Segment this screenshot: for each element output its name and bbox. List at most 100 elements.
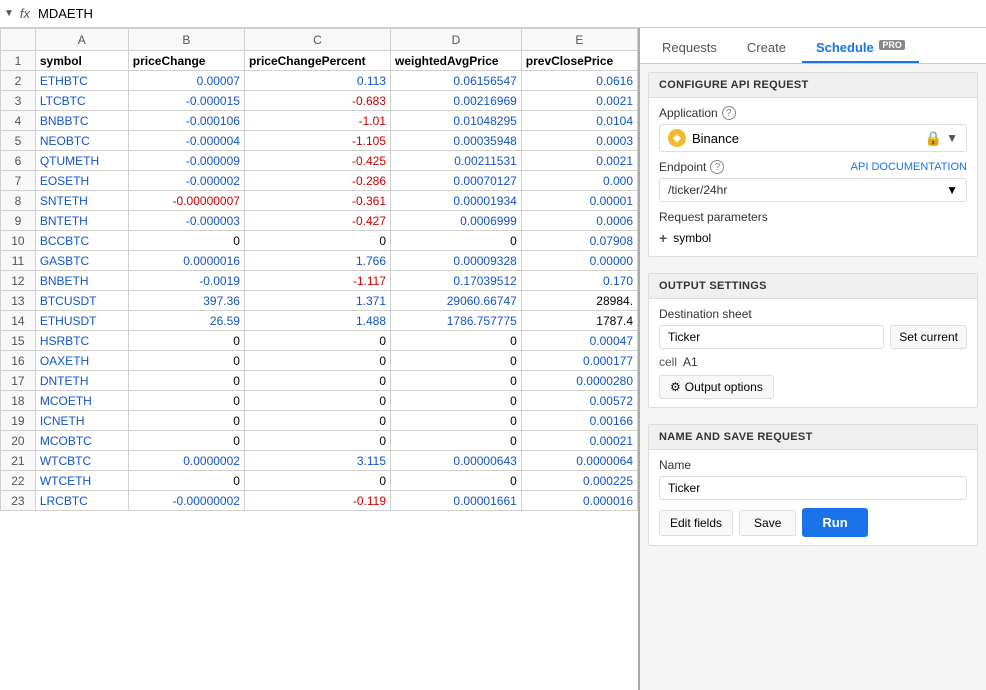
cell-prevClosePrice[interactable]: 0.000016: [521, 491, 637, 511]
cell-symbol[interactable]: SNTETH: [35, 191, 128, 211]
cell-prevClosePrice[interactable]: 0.00001: [521, 191, 637, 211]
cell-priceChangePercent[interactable]: -0.683: [244, 91, 390, 111]
cell-symbol[interactable]: LRCBTC: [35, 491, 128, 511]
tab-requests[interactable]: Requests: [648, 34, 731, 63]
cell-prevClosePrice[interactable]: 0.00047: [521, 331, 637, 351]
header-prevClosePrice[interactable]: prevClosePrice: [521, 51, 637, 71]
cell-priceChangePercent[interactable]: 0: [244, 471, 390, 491]
set-current-button[interactable]: Set current: [890, 325, 967, 349]
cell-prevClosePrice[interactable]: 0.0003: [521, 131, 637, 151]
cell-priceChange[interactable]: 0: [128, 391, 244, 411]
endpoint-help-icon[interactable]: ?: [710, 160, 724, 174]
cell-priceChange[interactable]: 0.0000016: [128, 251, 244, 271]
cell-symbol[interactable]: WTCETH: [35, 471, 128, 491]
cell-weightedAvgPrice[interactable]: 0: [391, 471, 522, 491]
col-header-d[interactable]: D: [391, 29, 522, 51]
cell-priceChange[interactable]: 0.0000002: [128, 451, 244, 471]
cell-priceChangePercent[interactable]: 0: [244, 231, 390, 251]
cell-priceChangePercent[interactable]: -1.117: [244, 271, 390, 291]
cell-symbol[interactable]: LTCBTC: [35, 91, 128, 111]
cell-symbol[interactable]: GASBTC: [35, 251, 128, 271]
header-weightedAvgPrice[interactable]: weightedAvgPrice: [391, 51, 522, 71]
cell-prevClosePrice[interactable]: 0.000177: [521, 351, 637, 371]
cell-priceChange[interactable]: 0: [128, 351, 244, 371]
cell-weightedAvgPrice[interactable]: 0.00001934: [391, 191, 522, 211]
cell-prevClosePrice[interactable]: 0.170: [521, 271, 637, 291]
cell-priceChange[interactable]: 0: [128, 411, 244, 431]
cell-priceChange[interactable]: 26.59: [128, 311, 244, 331]
cell-weightedAvgPrice[interactable]: 1786.757775: [391, 311, 522, 331]
endpoint-select[interactable]: /ticker/24hr ▼: [659, 178, 967, 202]
cell-priceChange[interactable]: -0.000106: [128, 111, 244, 131]
chevron-down-icon[interactable]: ▼: [946, 131, 958, 145]
formula-bar-dropdown-icon[interactable]: ▼: [4, 8, 14, 19]
cell-weightedAvgPrice[interactable]: 0.00009328: [391, 251, 522, 271]
cell-priceChangePercent[interactable]: 0: [244, 371, 390, 391]
cell-symbol[interactable]: BNBBTC: [35, 111, 128, 131]
cell-prevClosePrice[interactable]: 0.0000064: [521, 451, 637, 471]
cell-weightedAvgPrice[interactable]: 0.00216969: [391, 91, 522, 111]
cell-weightedAvgPrice[interactable]: 0.17039512: [391, 271, 522, 291]
cell-weightedAvgPrice[interactable]: 0.00211531: [391, 151, 522, 171]
cell-prevClosePrice[interactable]: 0.0021: [521, 91, 637, 111]
cell-symbol[interactable]: ETHBTC: [35, 71, 128, 91]
save-button[interactable]: Save: [739, 510, 796, 536]
edit-fields-button[interactable]: Edit fields: [659, 510, 733, 536]
cell-symbol[interactable]: NEOBTC: [35, 131, 128, 151]
cell-prevClosePrice[interactable]: 0.000225: [521, 471, 637, 491]
cell-symbol[interactable]: DNTETH: [35, 371, 128, 391]
cell-symbol[interactable]: MCOETH: [35, 391, 128, 411]
cell-priceChange[interactable]: 0: [128, 331, 244, 351]
cell-prevClosePrice[interactable]: 0.0104: [521, 111, 637, 131]
cell-symbol[interactable]: EOSETH: [35, 171, 128, 191]
col-header-c[interactable]: C: [244, 29, 390, 51]
cell-priceChangePercent[interactable]: -1.105: [244, 131, 390, 151]
cell-prevClosePrice[interactable]: 0.0006: [521, 211, 637, 231]
tab-schedule[interactable]: Schedule PRO: [802, 34, 919, 63]
cell-prevClosePrice[interactable]: 0.00572: [521, 391, 637, 411]
cell-priceChangePercent[interactable]: 0: [244, 391, 390, 411]
application-row[interactable]: ◈ Binance 🔒 ▼: [659, 124, 967, 152]
cell-symbol[interactable]: BNTETH: [35, 211, 128, 231]
cell-symbol[interactable]: OAXETH: [35, 351, 128, 371]
run-button[interactable]: Run: [802, 508, 867, 537]
plus-icon[interactable]: +: [659, 230, 667, 246]
cell-priceChangePercent[interactable]: -0.119: [244, 491, 390, 511]
cell-priceChange[interactable]: -0.000009: [128, 151, 244, 171]
cell-weightedAvgPrice[interactable]: 0: [391, 411, 522, 431]
cell-weightedAvgPrice[interactable]: 0: [391, 351, 522, 371]
cell-priceChangePercent[interactable]: -0.361: [244, 191, 390, 211]
cell-priceChange[interactable]: -0.00000007: [128, 191, 244, 211]
cell-weightedAvgPrice[interactable]: 0: [391, 331, 522, 351]
cell-priceChangePercent[interactable]: 0: [244, 351, 390, 371]
application-help-icon[interactable]: ?: [722, 106, 736, 120]
cell-symbol[interactable]: ETHUSDT: [35, 311, 128, 331]
cell-weightedAvgPrice[interactable]: 0: [391, 391, 522, 411]
cell-weightedAvgPrice[interactable]: 0.00035948: [391, 131, 522, 151]
cell-prevClosePrice[interactable]: 0.00000: [521, 251, 637, 271]
cell-prevClosePrice[interactable]: 0.000: [521, 171, 637, 191]
cell-priceChangePercent[interactable]: 1.371: [244, 291, 390, 311]
cell-prevClosePrice[interactable]: 0.0000280: [521, 371, 637, 391]
cell-prevClosePrice[interactable]: 0.0021: [521, 151, 637, 171]
cell-symbol[interactable]: QTUMETH: [35, 151, 128, 171]
header-symbol[interactable]: symbol: [35, 51, 128, 71]
cell-prevClosePrice[interactable]: 0.0616: [521, 71, 637, 91]
destination-sheet-input[interactable]: [659, 325, 884, 349]
cell-priceChange[interactable]: -0.000015: [128, 91, 244, 111]
cell-priceChangePercent[interactable]: -0.427: [244, 211, 390, 231]
cell-symbol[interactable]: BNBETH: [35, 271, 128, 291]
cell-prevClosePrice[interactable]: 28984.: [521, 291, 637, 311]
cell-priceChange[interactable]: 0: [128, 231, 244, 251]
cell-priceChange[interactable]: 0: [128, 471, 244, 491]
header-priceChangePercent[interactable]: priceChangePercent: [244, 51, 390, 71]
col-header-b[interactable]: B: [128, 29, 244, 51]
cell-weightedAvgPrice[interactable]: 0: [391, 231, 522, 251]
cell-prevClosePrice[interactable]: 0.00166: [521, 411, 637, 431]
cell-prevClosePrice[interactable]: 0.07908: [521, 231, 637, 251]
cell-prevClosePrice[interactable]: 1787.4: [521, 311, 637, 331]
cell-symbol[interactable]: MCOBTC: [35, 431, 128, 451]
cell-priceChangePercent[interactable]: 0.113: [244, 71, 390, 91]
cell-priceChange[interactable]: 0: [128, 371, 244, 391]
name-input[interactable]: [659, 476, 967, 500]
